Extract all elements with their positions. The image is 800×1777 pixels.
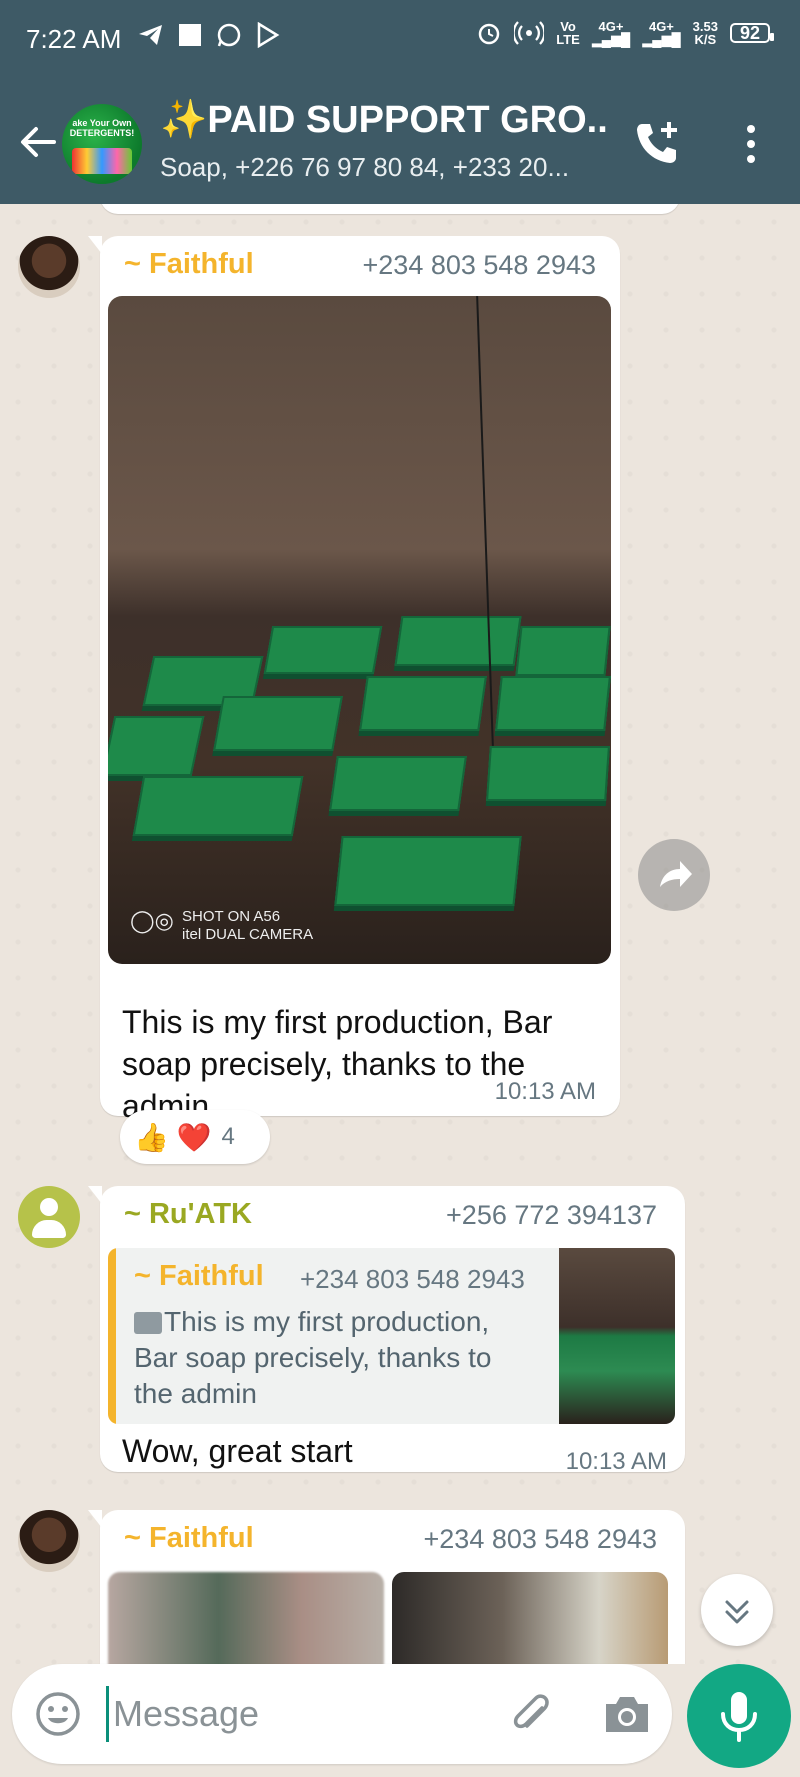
soap-bar [132, 776, 304, 836]
chat-area[interactable]: ~ Faithful +234 803 548 2943 ◯◎ SHOT ON … [0, 204, 800, 1664]
voice-message-button[interactable] [687, 1664, 791, 1768]
group-title[interactable]: ✨PAID SUPPORT GRO... [160, 98, 610, 142]
avatar-products-graphic [72, 148, 132, 174]
quote-accent-bar [108, 1248, 116, 1424]
message-time: 10:13 AM [565, 1448, 667, 1475]
notification-icons [138, 22, 280, 48]
image-thumbnail[interactable] [108, 1572, 384, 1664]
network-speed: 3.53 K/S [692, 19, 718, 47]
emoji-icon[interactable] [34, 1690, 82, 1738]
telegram-icon [139, 25, 162, 45]
avatar-text-top: ake Your Own [72, 118, 132, 128]
soap-bar [515, 626, 611, 676]
volte-indicator: Vo LTE [556, 19, 580, 47]
avatar-faithful[interactable] [18, 236, 80, 298]
whatsapp-icon [217, 23, 241, 47]
sender-phone: +256 772 394137 [446, 1200, 657, 1230]
back-arrow-icon[interactable] [16, 120, 60, 164]
quoted-sender: ~ Faithful [134, 1260, 264, 1292]
system-status-icons: Vo LTE 4G+ ▂▄▆█ 4G+ ▂▄▆█ 3.53 K/S 92 [476, 19, 775, 47]
microphone-icon [721, 1692, 757, 1742]
camera-icon[interactable] [602, 1692, 652, 1736]
image-thumbnail[interactable] [392, 1572, 668, 1664]
add-call-icon[interactable] [632, 118, 682, 168]
message-reactions[interactable]: 👍 ❤️ 4 [120, 1110, 270, 1164]
quoted-text: This is my first production, Bar soap pr… [134, 1306, 492, 1409]
soap-bar [495, 676, 611, 731]
avatar-ruatk[interactable] [18, 1186, 80, 1248]
hotspot-icon [514, 21, 545, 45]
soap-bar [213, 696, 343, 751]
sender-name[interactable]: ~ Ru'ATK [124, 1198, 252, 1231]
sender-name[interactable]: ~ Faithful [124, 1522, 254, 1555]
soap-bar [359, 676, 487, 731]
message-input[interactable] [106, 1686, 496, 1742]
reaction-emojis: 👍 ❤️ [134, 1121, 212, 1153]
sender-phone: +234 803 548 2943 [423, 1524, 657, 1554]
message-composer [12, 1664, 672, 1764]
soap-photo[interactable]: ◯◎ SHOT ON A56 itel DUAL CAMERA [108, 296, 611, 964]
signal-1: 4G+ ▂▄▆█ [591, 19, 631, 47]
quoted-message[interactable]: ~ Faithful +234 803 548 2943 This is my … [108, 1248, 675, 1424]
soap-bar [394, 616, 522, 666]
message-text: This is my first production, Bar soap pr… [122, 1004, 553, 1124]
message-bubble-faithful-photo[interactable]: ~ Faithful +234 803 548 2943 ◯◎ SHOT ON … [88, 236, 620, 1124]
forward-icon [660, 861, 692, 887]
alarm-icon [478, 23, 500, 45]
square-icon [179, 24, 201, 46]
double-chevron-down-icon [725, 1600, 749, 1624]
status-time: 7:22 AM [26, 24, 122, 54]
group-members[interactable]: Soap, +226 76 97 80 84, +233 20... [160, 152, 610, 183]
group-avatar[interactable]: ake Your Own DETERGENTS! [62, 104, 142, 184]
avatar-text-main: DETERGENTS! [69, 128, 135, 138]
message-bubble-ruatk[interactable]: ~ Ru'ATK +256 772 394137 ~ Faithful +234… [88, 1186, 685, 1475]
message-bubble-faithful-images[interactable]: ~ Faithful +234 803 548 2943 [88, 1510, 685, 1664]
message-time: 10:13 AM [494, 1078, 596, 1105]
forward-button[interactable] [638, 839, 710, 911]
quoted-phone: +234 803 548 2943 [300, 1264, 525, 1294]
soap-bar [486, 746, 610, 801]
sender-name[interactable]: ~ Faithful [124, 248, 254, 281]
chat-header: ake Your Own DETERGENTS! ✨PAID SUPPORT GR… [0, 80, 800, 204]
soap-bar [263, 626, 383, 674]
soap-bar [108, 716, 205, 776]
more-options-icon[interactable] [736, 122, 766, 166]
reaction-count: 4 [221, 1123, 235, 1150]
quoted-thumbnail [559, 1248, 675, 1424]
sender-phone: +234 803 548 2943 [362, 250, 596, 280]
message-text: Wow, great start [122, 1433, 353, 1469]
soap-bar [334, 836, 522, 906]
avatar-faithful[interactable] [18, 1510, 80, 1572]
play-store-icon [257, 22, 280, 48]
status-bar: 7:22 AM Vo LTE 4G+ ▂▄▆█ 4G+ ▂▄▆█ 3.53 K/S 92 [0, 0, 800, 80]
attach-icon[interactable] [506, 1690, 556, 1740]
camera-watermark: ◯◎ SHOT ON A56 itel DUAL CAMERA [130, 908, 314, 943]
signal-2: 4G+ ▂▄▆█ [642, 19, 681, 47]
previous-message-bubble[interactable] [100, 204, 680, 214]
battery-indicator: 92 [729, 23, 775, 43]
soap-bar [329, 756, 467, 811]
scroll-to-bottom-button[interactable] [701, 1574, 773, 1646]
